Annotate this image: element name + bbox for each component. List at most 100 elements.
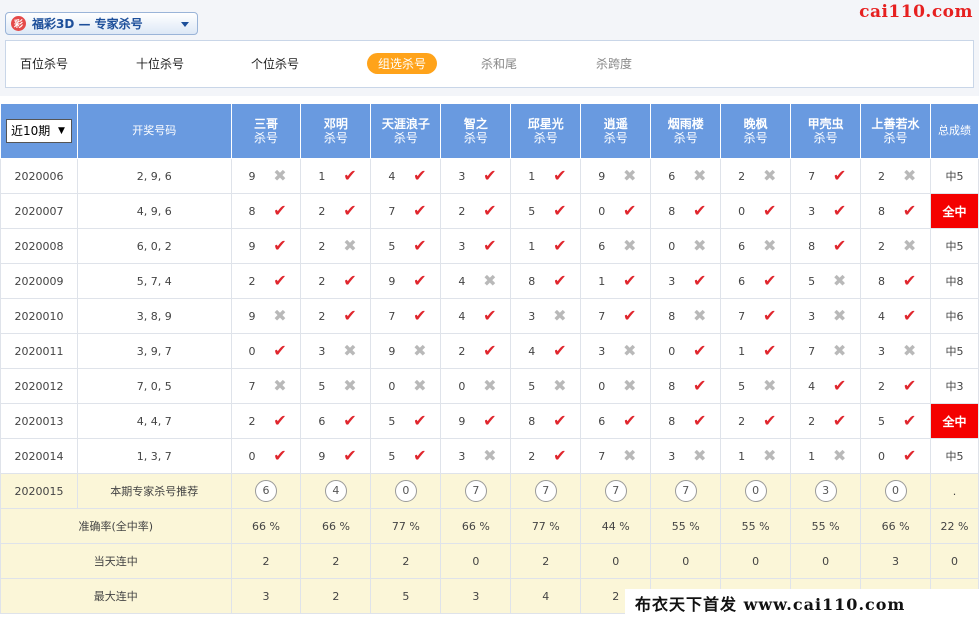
pick-number: 7 [808,169,816,183]
pick-cell: 7 ✔ [580,298,652,334]
recommend-cell: 6 [230,473,302,509]
expert-header[interactable]: 晚枫 杀号 [720,103,792,159]
expert-sub-label: 杀号 [603,131,628,145]
recommend-cell: 3 [790,473,862,509]
pick-number: 1 [598,274,606,288]
expert-header[interactable]: 上善若水 杀号 [860,103,932,159]
pick-cell: 2 ✔ [860,368,932,404]
expert-header[interactable]: 天涯浪子 杀号 [370,103,442,159]
pick-number: 2 [458,204,466,218]
pick-cell: 5 ✔ [370,438,442,474]
expert-header[interactable]: 三哥 杀号 [230,103,302,159]
expert-header[interactable]: 逍遥 杀号 [580,103,652,159]
stat-value: 5 [370,578,442,614]
pick-number: 5 [388,414,396,428]
pick-number: 8 [528,274,536,288]
tab-tens[interactable]: 十位杀号 [136,55,184,72]
tab-group[interactable]: 组选杀号 [367,53,438,74]
stat-value: 2 [510,543,582,579]
stat-value: 2 [370,543,442,579]
site-logo: cai110.com [859,2,973,22]
tab-hundreds[interactable]: 百位杀号 [20,55,68,72]
pick-number: 7 [738,309,746,323]
pick-cell: 8 ✔ [230,193,302,229]
period-cell: 2020010 [0,298,78,334]
pick-cell: 7 ✖ [790,333,862,369]
check-icon: ✔ [483,341,497,360]
check-icon: ✔ [483,306,497,325]
cross-icon: ✖ [273,166,287,185]
pick-cell: 0 ✖ [580,368,652,404]
expert-sub-label: 杀号 [463,131,488,145]
stat-value: 44 % [580,508,652,544]
pick-number: 2 [738,414,746,428]
pick-cell: 3 ✖ [510,298,582,334]
expert-header[interactable]: 邓明 杀号 [300,103,372,159]
check-icon: ✔ [273,201,287,220]
pick-number: 2 [458,344,466,358]
expert-header[interactable]: 智之 杀号 [440,103,512,159]
pick-cell: 2 ✔ [440,333,512,369]
expert-sub-label: 杀号 [253,131,278,145]
period-select[interactable]: 近10期 ▼ [5,119,72,143]
pick-cell: 7 ✔ [370,193,442,229]
pick-number: 2 [528,449,536,463]
check-icon: ✔ [413,236,427,255]
stat-value: 55 % [790,508,862,544]
check-icon: ✔ [413,166,427,185]
pick-number: 9 [248,239,256,253]
pick-cell: 6 ✔ [300,403,372,439]
stat-value: 2 [230,543,302,579]
check-icon: ✔ [343,446,357,465]
lottery-selector[interactable]: 彩 福彩3D — 专家杀号 [5,12,198,35]
draw-cell: 3, 8, 9 [76,298,232,334]
pick-cell: 2 ✔ [720,403,792,439]
expert-header[interactable]: 甲壳虫 杀号 [790,103,862,159]
check-icon: ✔ [902,306,917,325]
pick-cell: 8 ✔ [860,263,932,299]
expert-sub-label: 杀号 [743,131,768,145]
tab-units[interactable]: 个位杀号 [251,55,299,72]
pick-cell: 7 ✔ [370,298,442,334]
cross-icon: ✖ [762,166,777,185]
tab-span[interactable]: 杀跨度 [596,55,632,72]
cross-icon: ✖ [623,236,637,255]
pick-number: 2 [878,379,886,393]
period-cell: 2020011 [0,333,78,369]
check-icon: ✔ [832,236,847,255]
pick-cell: 6 ✖ [720,228,792,264]
check-icon: ✔ [413,306,427,325]
stat-value: 2 [300,578,372,614]
pick-number: 0 [668,239,676,253]
pick-number: 6 [318,414,326,428]
draw-cell: 4, 9, 6 [76,193,232,229]
pick-number: 3 [458,239,466,253]
pick-cell: 5 ✖ [300,368,372,404]
recommend-cell: 7 [580,473,652,509]
expert-header[interactable]: 邱星光 杀号 [510,103,582,159]
draw-cell: 6, 0, 2 [76,228,232,264]
stat-total: 22 % [930,508,979,544]
recommend-number: 3 [814,480,837,502]
draw-cell: 4, 4, 7 [76,403,232,439]
pick-number: 7 [388,204,396,218]
check-icon: ✔ [623,201,637,220]
stat-total: 0 [930,543,979,579]
expert-name: 上善若水 [871,117,920,131]
tab-sum-tail[interactable]: 杀和尾 [481,55,517,72]
chevron-down-icon[interactable] [181,22,189,27]
pick-number: 4 [878,309,886,323]
pick-number: 4 [458,274,466,288]
check-icon: ✔ [483,411,497,430]
period-cell: 2020013 [0,403,78,439]
stat-value: 0 [790,543,862,579]
table-row: 2020013 4, 4, 7 2 ✔ 6 ✔ 5 ✔ 9 ✔ 8 ✔ 6 ✔ 8 ✔ 2 ✔ 2 ✔ 5 ✔ 全中 [0,403,979,439]
cross-icon: ✖ [692,236,707,255]
pick-cell: 0 ✔ [650,333,722,369]
expert-name: 烟雨楼 [667,117,704,131]
dropdown-arrow-icon: ▼ [58,126,65,136]
expert-name: 天涯浪子 [381,117,430,131]
expert-header[interactable]: 烟雨楼 杀号 [650,103,722,159]
pick-cell: 2 ✖ [860,228,932,264]
cross-icon: ✖ [832,341,847,360]
